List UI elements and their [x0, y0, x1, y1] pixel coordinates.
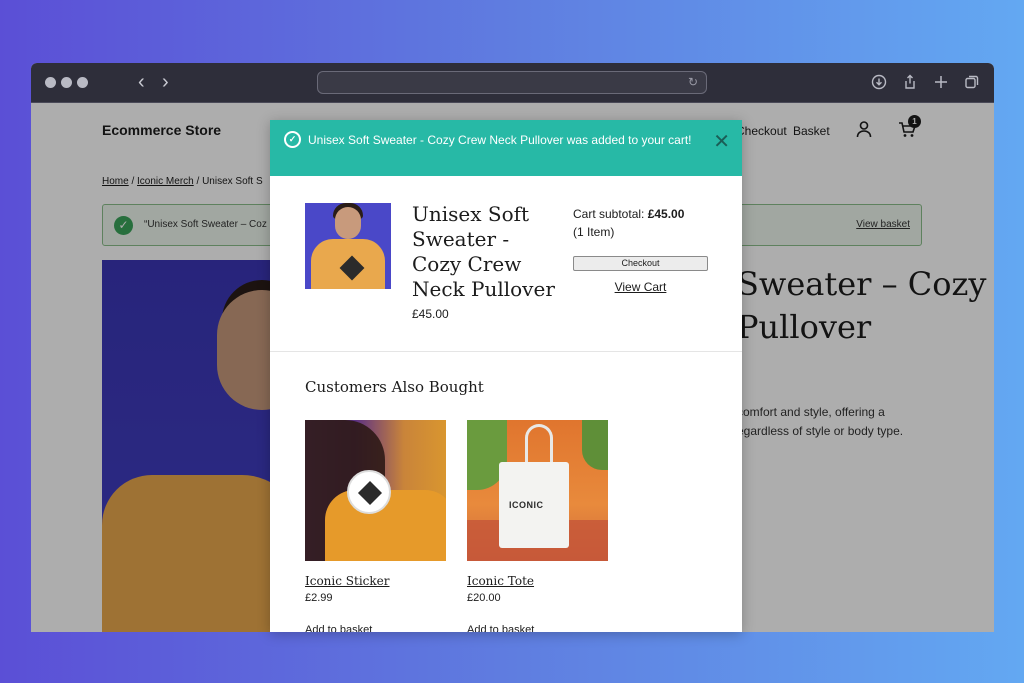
cart-subtotal: Cart subtotal: £45.00 (1 Item): [573, 205, 684, 241]
divider: [270, 351, 742, 352]
new-tab-icon[interactable]: [933, 74, 949, 90]
window-close-dot[interactable]: [45, 77, 56, 88]
product-thumbnail[interactable]: [305, 203, 391, 289]
sticker-image-sticker: [347, 470, 391, 514]
sticker-add-to-basket[interactable]: Add to basket: [305, 624, 372, 632]
tote-image-plant: [582, 420, 608, 470]
address-bar[interactable]: ↻: [317, 71, 707, 94]
subtotal-label: Cart subtotal:: [573, 207, 648, 221]
window-maximize-dot[interactable]: [77, 77, 88, 88]
subtotal-value: £45.00: [647, 207, 685, 221]
added-to-cart-modal: ✓ Unisex Soft Sweater - Cozy Crew Neck P…: [270, 120, 742, 632]
tote-product-image[interactable]: ICONIC: [467, 420, 608, 561]
modal-header-message: Unisex Soft Sweater - Cozy Crew Neck Pul…: [308, 133, 692, 147]
tote-product-price: £20.00: [467, 592, 501, 604]
tote-image-bag: ICONIC: [499, 462, 569, 548]
tote-bag-logo-text: ICONIC: [509, 500, 544, 510]
modal-product-price: £45.00: [412, 307, 449, 321]
sticker-product-name[interactable]: Iconic Sticker: [305, 574, 390, 588]
tote-product-name[interactable]: Iconic Tote: [467, 574, 534, 588]
sticker-product-price: £2.99: [305, 592, 333, 604]
check-circle-icon: ✓: [284, 131, 301, 148]
modal-product-name[interactable]: Unisex Soft Sweater - Cozy Crew Neck Pul…: [412, 202, 562, 302]
download-icon[interactable]: [871, 74, 887, 90]
item-count: (1 Item): [573, 225, 615, 239]
reload-icon[interactable]: ↻: [688, 75, 698, 89]
forward-icon[interactable]: ›: [162, 72, 169, 92]
back-icon[interactable]: ‹: [138, 72, 145, 92]
tabs-icon[interactable]: [964, 74, 980, 90]
share-icon[interactable]: [902, 74, 918, 90]
iconic-logo-icon: [357, 480, 383, 506]
close-icon[interactable]: ✕: [713, 129, 730, 154]
window-minimize-dot[interactable]: [61, 77, 72, 88]
view-cart-link[interactable]: View Cart: [573, 280, 708, 294]
thumbnail-face: [335, 207, 361, 239]
browser-toolbar: ‹ › ↻: [31, 63, 994, 103]
also-bought-title: Customers Also Bought: [305, 378, 484, 396]
checkout-button[interactable]: Checkout: [573, 256, 708, 271]
modal-header: ✓ Unisex Soft Sweater - Cozy Crew Neck P…: [270, 120, 742, 176]
sticker-product-image[interactable]: [305, 420, 446, 561]
tote-add-to-basket[interactable]: Add to basket: [467, 624, 534, 632]
